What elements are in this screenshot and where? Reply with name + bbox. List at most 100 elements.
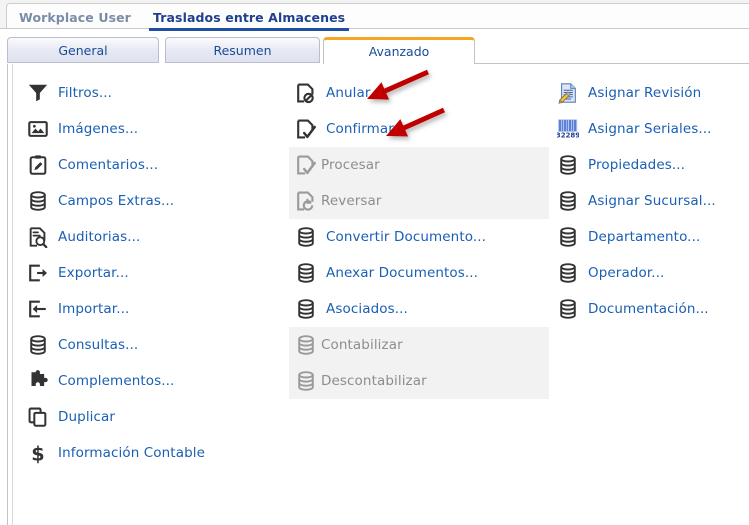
copy-icon: [27, 406, 49, 428]
menu-item-label: Consultas...: [58, 337, 139, 353]
advanced-options-inner: Filtros... Imágenes... Comentarios... Campo…: [12, 64, 749, 525]
menu-item-label: Anexar Documentos...: [326, 265, 479, 281]
breadcrumb-active-underline: [149, 28, 350, 31]
menu-item-auditorias[interactable]: Auditorias...: [21, 219, 286, 255]
tab-avanzado[interactable]: Avanzado: [323, 37, 475, 65]
menu-item-label: Comentarios...: [58, 157, 159, 173]
menu-item-label: Campos Extras...: [58, 193, 175, 209]
menu-column-2: Anular Confirmar Procesar Reversar Convertir…: [289, 75, 549, 399]
topbar-inner: Workplace User Traslados entre Almacenes: [6, 3, 749, 31]
menu-item-label: Asignar Seriales...: [588, 121, 712, 137]
menu-item-convertir-documento[interactable]: Convertir Documento...: [289, 219, 549, 255]
menu-item-label: Confirmar: [326, 121, 394, 137]
database-icon: [295, 262, 317, 284]
menu-item-anexar-documentos[interactable]: Anexar Documentos...: [289, 255, 549, 291]
tab-general-label: General: [58, 43, 108, 58]
import-icon: [27, 298, 49, 320]
filter-icon: [27, 82, 49, 104]
menu-item-filtros[interactable]: Filtros...: [21, 75, 286, 111]
menu-column-3: Asignar Revisión 32289 Asignar Seriales...…: [551, 75, 749, 327]
menu-item-descontabilizar: Descontabilizar: [289, 363, 549, 399]
tab-general[interactable]: General: [7, 37, 159, 63]
advanced-options-panel: Filtros... Imágenes... Comentarios... Campo…: [7, 64, 749, 525]
database-icon: [295, 334, 317, 356]
export-icon: [27, 262, 49, 284]
menu-item-im-genes[interactable]: Imágenes...: [21, 111, 286, 147]
database-icon: [557, 262, 579, 284]
database-icon: [557, 298, 579, 320]
menu-item-asignar-seriales[interactable]: 32289 Asignar Seriales...: [551, 111, 749, 147]
database-icon: [557, 190, 579, 212]
menu-item-label: Asignar Sucursal...: [588, 193, 716, 209]
menu-item-label: Complementos...: [58, 373, 175, 389]
document-check-icon: [295, 154, 317, 176]
menu-item-label: Departamento...: [588, 229, 701, 245]
menu-item-operador[interactable]: Operador...: [551, 255, 749, 291]
menu-item-campos-extras[interactable]: Campos Extras...: [21, 183, 286, 219]
menu-item-importar[interactable]: Importar...: [21, 291, 286, 327]
menu-item-label: Anular: [326, 85, 371, 101]
database-icon: [27, 334, 49, 356]
menu-item-label: Duplicar: [58, 409, 116, 425]
menu-item-departamento[interactable]: Departamento...: [551, 219, 749, 255]
menu-item-label: Importar...: [58, 301, 130, 317]
menu-item-label: Asociados...: [326, 301, 408, 317]
menu-item-complementos[interactable]: Complementos...: [21, 363, 286, 399]
menu-item-label: Exportar...: [58, 265, 129, 281]
document-cancel-icon: [295, 82, 317, 104]
database-icon: [557, 226, 579, 248]
menu-item-label: Información Contable: [58, 445, 205, 461]
menu-item-label: Documentación...: [588, 301, 709, 317]
database-icon: [557, 154, 579, 176]
barcode-icon: 32289: [557, 118, 579, 140]
svg-text:32289: 32289: [557, 132, 579, 140]
dollar-icon: $: [27, 442, 49, 464]
menu-item-label: Reversar: [321, 193, 382, 209]
document-pencil-icon: [557, 82, 579, 104]
menu-item-asignar-revisi-n[interactable]: Asignar Revisión: [551, 75, 749, 111]
menu-item-label: Imágenes...: [58, 121, 139, 137]
menu-item-consultas[interactable]: Consultas...: [21, 327, 286, 363]
breadcrumb-active-label: Traslados entre Almacenes: [153, 10, 346, 25]
menu-item-propiedades[interactable]: Propiedades...: [551, 147, 749, 183]
tab-avanzado-label: Avanzado: [368, 44, 430, 59]
tab-resumen-label: Resumen: [213, 43, 272, 58]
breadcrumb-inactive-label: Workplace User: [19, 10, 131, 25]
menu-item-comentarios[interactable]: Comentarios...: [21, 147, 286, 183]
menu-item-procesar: Procesar: [289, 147, 549, 183]
menu-item-confirmar[interactable]: Confirmar: [289, 111, 549, 147]
database-icon: [295, 226, 317, 248]
puzzle-icon: [27, 370, 49, 392]
breadcrumb-tab-workplace-user[interactable]: Workplace User: [19, 10, 131, 25]
document-search-icon: [27, 226, 49, 248]
tab-strip-filler: [475, 37, 749, 64]
menu-item-label: Auditorias...: [58, 229, 141, 245]
menu-item-contabilizar: Contabilizar: [289, 327, 549, 363]
database-icon: [295, 370, 317, 392]
svg-text:$: $: [31, 442, 44, 464]
menu-item-label: Contabilizar: [321, 337, 403, 353]
menu-item-label: Operador...: [588, 265, 665, 281]
menu-item-asignar-sucursal[interactable]: Asignar Sucursal...: [551, 183, 749, 219]
menu-item-informaci-n-contable[interactable]: $ Información Contable: [21, 435, 286, 471]
menu-item-duplicar[interactable]: Duplicar: [21, 399, 286, 435]
menu-item-label: Descontabilizar: [321, 373, 427, 389]
document-revert-icon: [295, 190, 317, 212]
tab-resumen[interactable]: Resumen: [165, 37, 320, 63]
database-icon: [295, 298, 317, 320]
menu-item-label: Asignar Revisión: [588, 85, 702, 101]
menu-item-label: Propiedades...: [588, 157, 686, 173]
menu-item-label: Procesar: [321, 157, 380, 173]
breadcrumb-tab-traslados[interactable]: Traslados entre Almacenes: [149, 10, 350, 31]
menu-item-reversar: Reversar: [289, 183, 549, 219]
image-icon: [27, 118, 49, 140]
menu-item-asociados[interactable]: Asociados...: [289, 291, 549, 327]
menu-item-documentaci-n[interactable]: Documentación...: [551, 291, 749, 327]
menu-item-exportar[interactable]: Exportar...: [21, 255, 286, 291]
menu-item-label: Filtros...: [58, 85, 112, 101]
database-icon: [27, 190, 49, 212]
menu-item-anular[interactable]: Anular: [289, 75, 549, 111]
menu-column-1: Filtros... Imágenes... Comentarios... Campo…: [21, 75, 286, 471]
window-topbar: Workplace User Traslados entre Almacenes: [0, 0, 749, 31]
document-check-icon: [295, 118, 317, 140]
